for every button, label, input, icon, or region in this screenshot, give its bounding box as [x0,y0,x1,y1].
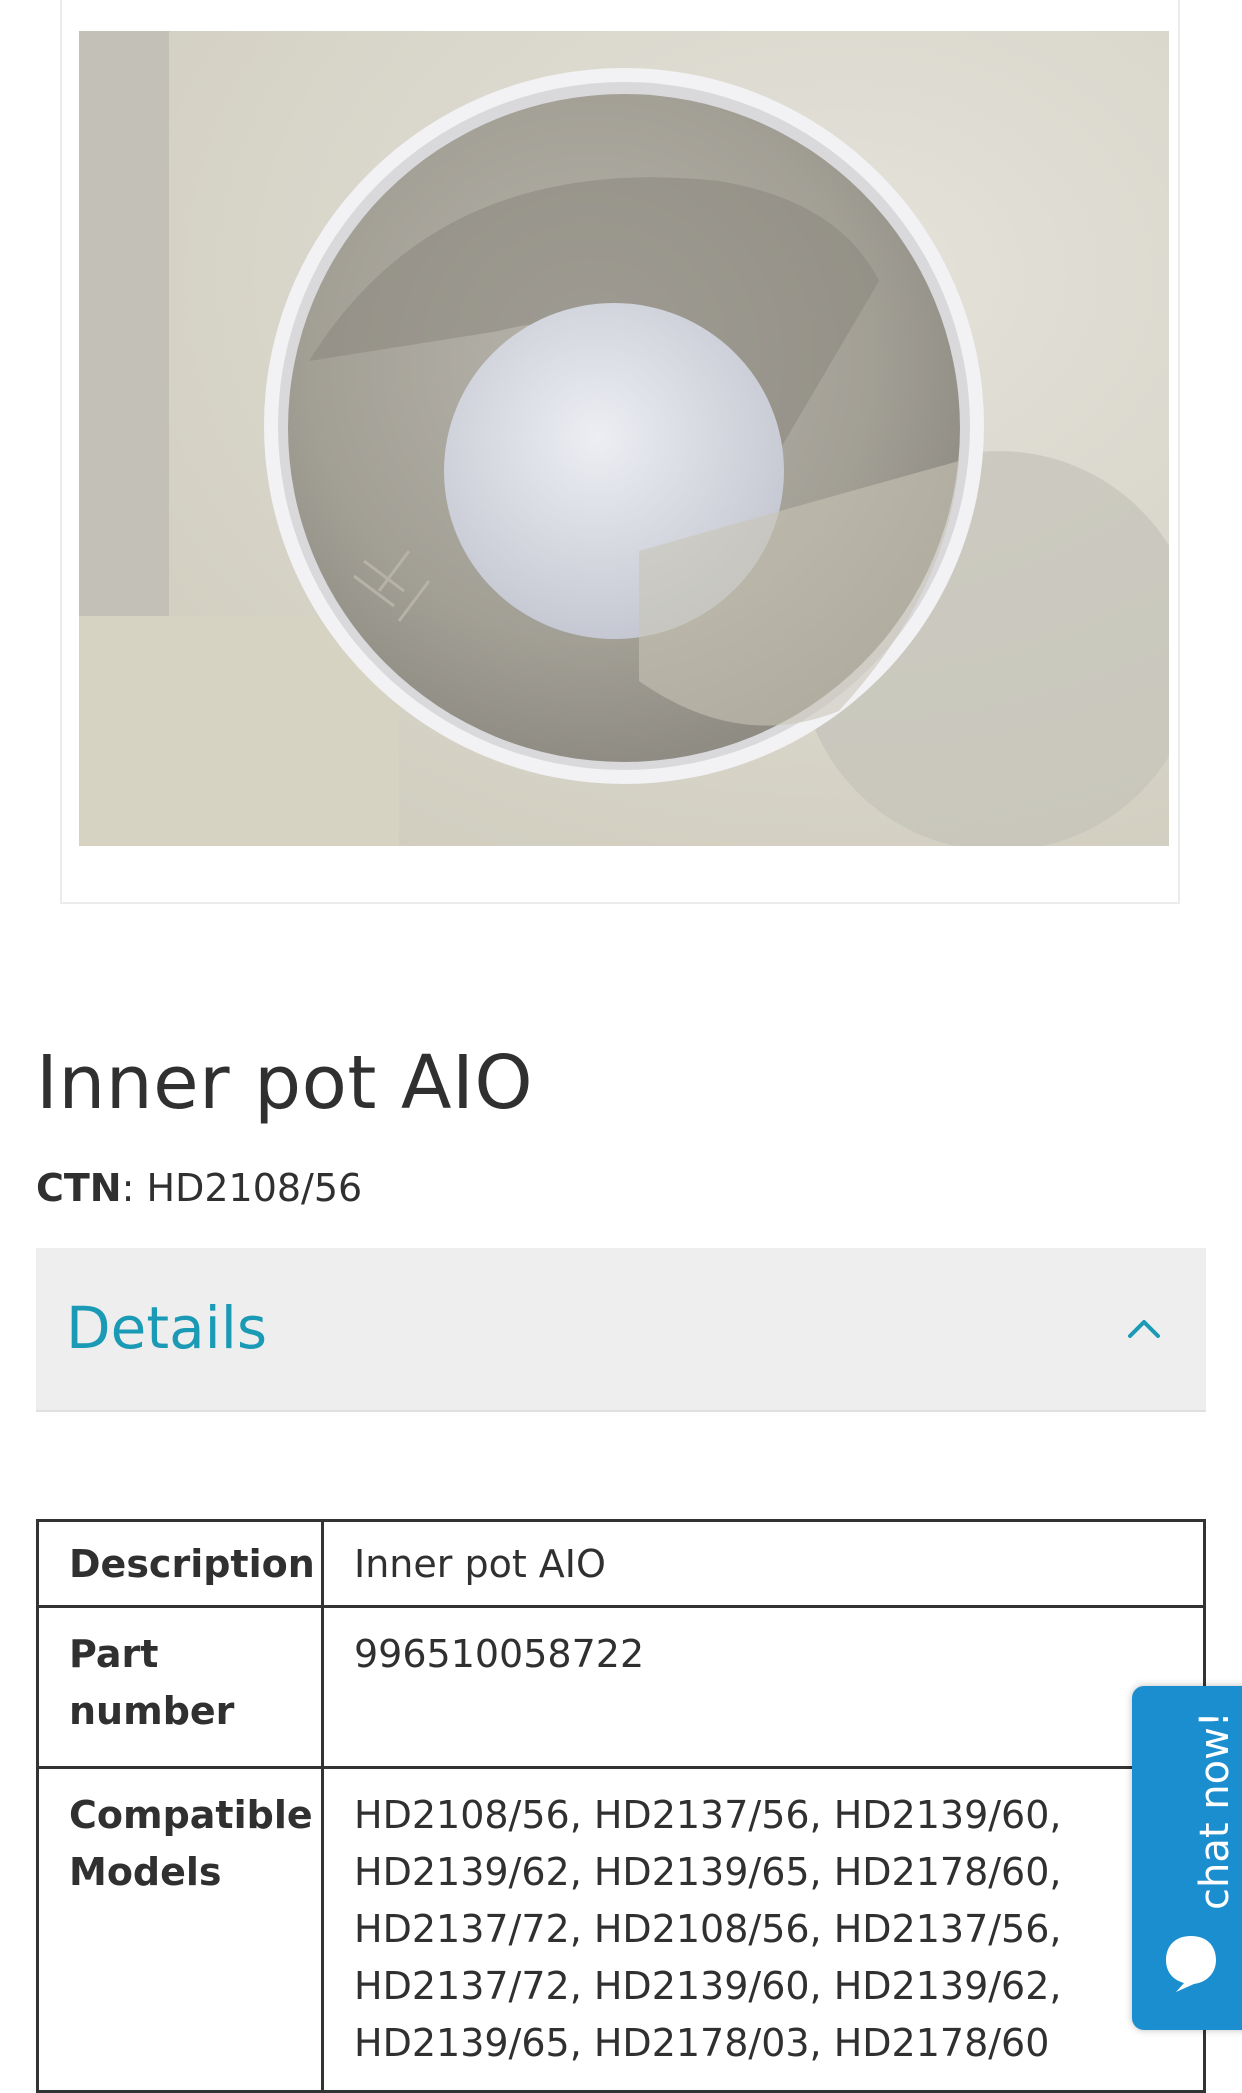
ctn-value: : HD2108/56 [121,1166,363,1210]
table-row-key: Part number [36,1605,324,1769]
table-row-value: 996510058722 [321,1605,1206,1769]
ctn-label: CTN [36,1166,122,1210]
chat-now-label: chat now! [1192,1711,1238,1910]
table-row-value: HD2108/56, HD2137/56, HD2139/60, HD2139/… [321,1766,1206,2093]
product-photo [79,31,1169,846]
chat-now-button[interactable]: chat now! [1132,1686,1242,2030]
details-table: Description Inner pot AIO Part number 99… [36,1519,1206,2093]
table-row: Part number 996510058722 [36,1605,1206,1769]
chevron-up-icon[interactable] [1122,1306,1166,1350]
table-row: Description Inner pot AIO [36,1519,1206,1608]
product-image-card [60,0,1180,904]
details-accordion-title: Details [66,1294,268,1362]
table-row: Compatible Models HD2108/56, HD2137/56, … [36,1766,1206,2093]
table-row-value: Inner pot AIO [321,1519,1206,1608]
ctn-line: CTN: HD2108/56 [36,1166,362,1210]
details-accordion-header[interactable]: Details [36,1248,1206,1412]
product-title: Inner pot AIO [36,1040,534,1126]
table-row-key: Description [36,1519,324,1608]
chat-bubble-icon [1166,1936,1216,1992]
table-row-key: Compatible Models [36,1766,324,2093]
